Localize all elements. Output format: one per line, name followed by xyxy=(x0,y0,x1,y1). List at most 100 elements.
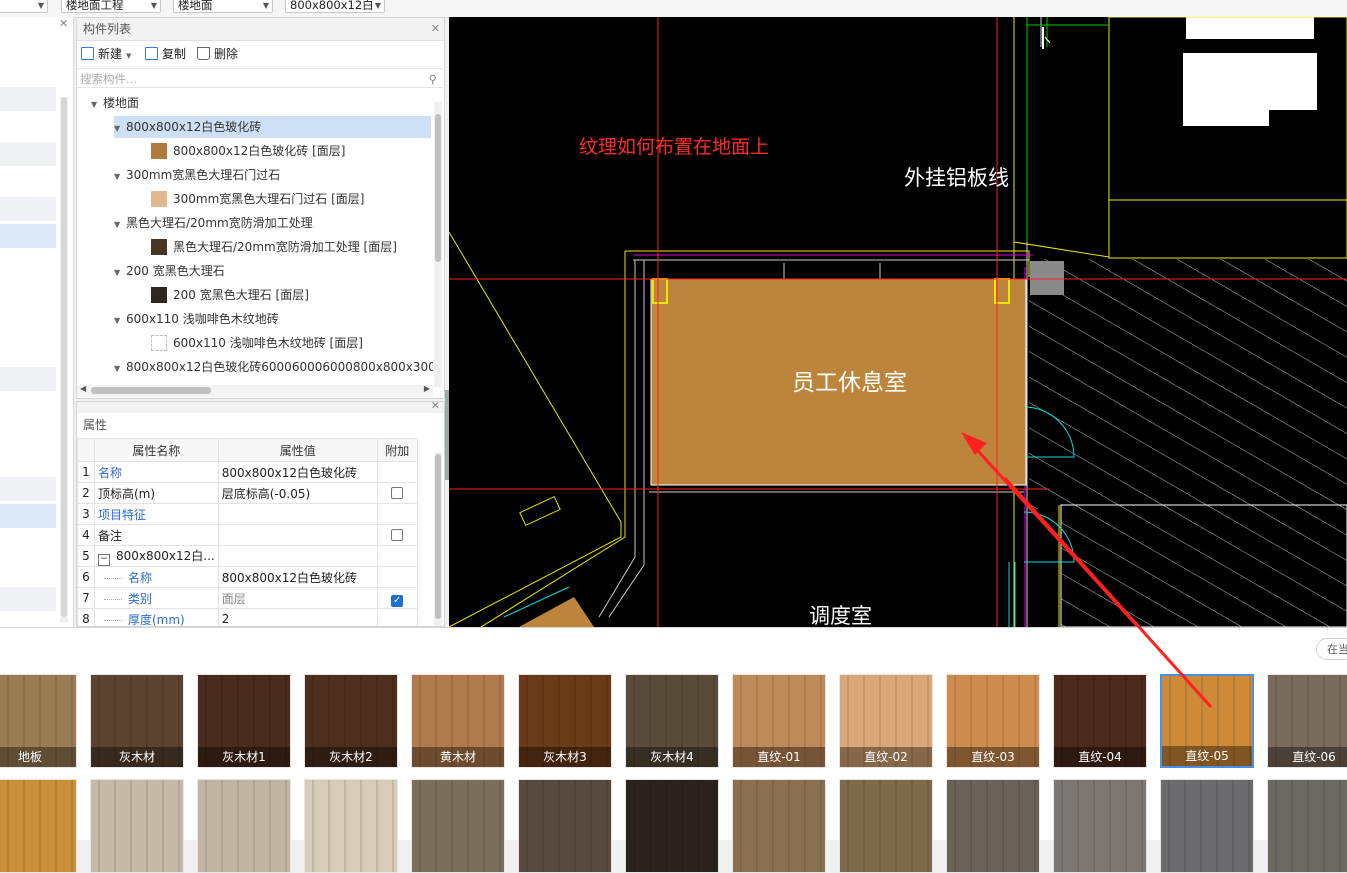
scroll-thumb[interactable] xyxy=(435,114,441,262)
tree-hscrollbar[interactable]: ◀ ▶ xyxy=(77,384,433,397)
texture-tile[interactable]: 灰木材1 xyxy=(197,674,291,768)
property-row[interactable]: 7 类别 面层 ✓ xyxy=(77,587,418,609)
texture-tile[interactable] xyxy=(1053,779,1147,873)
expand-toggle-icon[interactable]: ▼ xyxy=(114,214,126,236)
texture-tile[interactable] xyxy=(839,779,933,873)
collapse-icon[interactable]: − xyxy=(98,553,110,566)
texture-tile[interactable] xyxy=(90,779,184,873)
nav-row[interactable] xyxy=(0,197,56,221)
dropdown-partial[interactable]: ▼ xyxy=(0,0,48,13)
texture-tile[interactable] xyxy=(1160,779,1254,873)
texture-tile[interactable]: 灰木材3 xyxy=(518,674,612,768)
expand-toggle-icon[interactable]: ▼ xyxy=(114,166,126,188)
texture-tile[interactable] xyxy=(304,779,398,873)
property-row[interactable]: 6 名称 800x800x12白色玻化砖 xyxy=(77,566,418,588)
texture-tile[interactable] xyxy=(625,779,719,873)
nav-row[interactable] xyxy=(0,142,56,166)
tree-leaf[interactable]: 800x800x12白色玻化砖 [面层] xyxy=(151,140,345,162)
dropdown-category[interactable]: 楼地面工程 ▼ xyxy=(61,0,161,13)
texture-tile[interactable] xyxy=(1267,779,1347,873)
cad-canvas[interactable]: 纹理如何布置在地面上 外挂铝板线 员工休息室 调度室 xyxy=(449,17,1347,627)
tree-leaf[interactable]: 黑色大理石/20mm宽防滑加工处理 [面层] xyxy=(151,236,397,258)
property-value[interactable]: 800x800x12白色玻化砖 xyxy=(217,461,378,483)
arrow-left-icon[interactable]: ◀ xyxy=(80,384,86,393)
close-icon[interactable]: ✕ xyxy=(431,402,440,412)
tree-leaf[interactable]: 200 宽黑色大理石 [面层] xyxy=(151,284,309,306)
extra-checkbox[interactable] xyxy=(391,487,404,499)
property-row[interactable]: 2 顶标高(m) 层底标高(-0.05) xyxy=(77,482,418,504)
texture-tile[interactable] xyxy=(197,779,291,873)
property-value[interactable]: 2 xyxy=(217,608,378,626)
texture-tile[interactable]: 直纹-02 xyxy=(839,674,933,768)
close-icon[interactable]: ✕ xyxy=(431,18,440,40)
property-value[interactable] xyxy=(217,524,378,546)
tree-node[interactable]: ▼ 600x110 浅咖啡色木纹地砖 xyxy=(114,308,279,330)
tree-node[interactable]: ▼ 200 宽黑色大理石 xyxy=(114,260,225,282)
texture-tile[interactable] xyxy=(411,779,505,873)
texture-tile[interactable]: 地板 xyxy=(0,674,77,768)
copy-button[interactable]: 复制 xyxy=(145,44,186,64)
property-name-cell: 顶标高(m) xyxy=(94,482,219,504)
extra-checkbox[interactable] xyxy=(391,529,404,541)
expand-toggle-icon[interactable]: ▼ xyxy=(91,94,103,116)
texture-tile[interactable] xyxy=(0,779,77,873)
tree-leaf[interactable]: 600x110 浅咖啡色木纹地砖 [面层] xyxy=(151,332,363,354)
property-value[interactable]: 800x800x12白色玻化砖 xyxy=(217,566,378,588)
dropdown-component[interactable]: 800x800x12白 ▼ xyxy=(285,0,385,13)
texture-tile[interactable]: 直纹-01 xyxy=(732,674,826,768)
texture-tile[interactable]: 灰木材 xyxy=(90,674,184,768)
new-button[interactable]: 新建 ▼ xyxy=(81,44,131,64)
tree-node[interactable]: ▼ 800x800x12白色玻化砖600060006000800x800x300x… xyxy=(114,356,433,378)
property-value[interactable] xyxy=(217,545,378,567)
texture-tile[interactable]: 灰木材4 xyxy=(625,674,719,768)
dropdown-type[interactable]: 楼地面 ▼ xyxy=(173,0,273,13)
scroll-thumb[interactable] xyxy=(91,387,211,394)
expand-toggle-icon[interactable]: ▼ xyxy=(114,358,126,380)
nav-row-selected[interactable] xyxy=(0,504,56,528)
tree-vscrollbar[interactable] xyxy=(434,102,442,387)
tree-node[interactable]: ▼ 300mm宽黑色大理石门过石 xyxy=(114,164,280,186)
texture-tile[interactable]: 直纹-06 xyxy=(1267,674,1347,768)
scroll-thumb[interactable] xyxy=(435,454,441,619)
texture-tile[interactable]: 黄木材 xyxy=(411,674,505,768)
nav-row[interactable] xyxy=(0,87,56,111)
texture-tile[interactable]: 直纹-04 xyxy=(1053,674,1147,768)
property-row[interactable]: 4 备注 xyxy=(77,524,418,546)
texture-tile[interactable]: 灰木材2 xyxy=(304,674,398,768)
nav-row[interactable] xyxy=(0,367,56,391)
texture-tile[interactable] xyxy=(732,779,826,873)
expand-toggle-icon[interactable]: ▼ xyxy=(114,262,126,284)
scroll-thumb[interactable] xyxy=(61,97,67,617)
property-value[interactable]: 面层 xyxy=(217,587,378,609)
delete-button[interactable]: 删除 xyxy=(197,44,238,64)
texture-tile[interactable]: 直纹-03 xyxy=(946,674,1040,768)
property-row[interactable]: 8 厚度(mm) 2 xyxy=(77,608,418,626)
tree-label: 黑色大理石/20mm宽防滑加工处理 xyxy=(126,216,313,230)
expand-toggle-icon[interactable]: ▼ xyxy=(114,310,126,332)
property-extra xyxy=(376,545,418,567)
tree-node[interactable]: ▼ 楼地面 xyxy=(91,92,139,114)
property-row[interactable]: 3 项目特征 xyxy=(77,503,418,525)
props-vscrollbar[interactable] xyxy=(434,452,442,626)
expand-toggle-icon[interactable]: ▼ xyxy=(114,118,126,140)
texture-tile[interactable] xyxy=(946,779,1040,873)
property-value[interactable]: 层底标高(-0.05) xyxy=(217,482,378,504)
left-scrollbar[interactable] xyxy=(60,97,68,622)
tree-leaf[interactable]: 300mm宽黑色大理石门过石 [面层] xyxy=(151,188,364,210)
nav-row[interactable] xyxy=(0,477,56,501)
nav-row-selected[interactable] xyxy=(0,224,56,248)
extra-checkbox[interactable]: ✓ xyxy=(391,594,404,607)
nav-row[interactable] xyxy=(0,587,56,611)
texture-tile[interactable]: 直纹-05 xyxy=(1160,674,1254,768)
close-icon[interactable]: ✕ xyxy=(59,17,68,30)
property-row[interactable]: 5−800x800x12白... xyxy=(77,545,418,567)
arrow-right-icon[interactable]: ▶ xyxy=(424,384,430,393)
search-icon[interactable]: ⚲ xyxy=(429,69,437,89)
tree-node[interactable]: ▼ 黑色大理石/20mm宽防滑加工处理 xyxy=(114,212,313,234)
tree-node[interactable]: ▼ 800x800x12白色玻化砖 xyxy=(114,116,431,138)
texture-tile[interactable] xyxy=(518,779,612,873)
property-row[interactable]: 1 名称 800x800x12白色玻化砖 xyxy=(77,461,418,483)
texture-search-button[interactable]: 在当 xyxy=(1316,638,1347,660)
property-value[interactable] xyxy=(217,503,378,525)
component-search-input[interactable]: 搜索构件... ⚲ xyxy=(77,68,443,88)
